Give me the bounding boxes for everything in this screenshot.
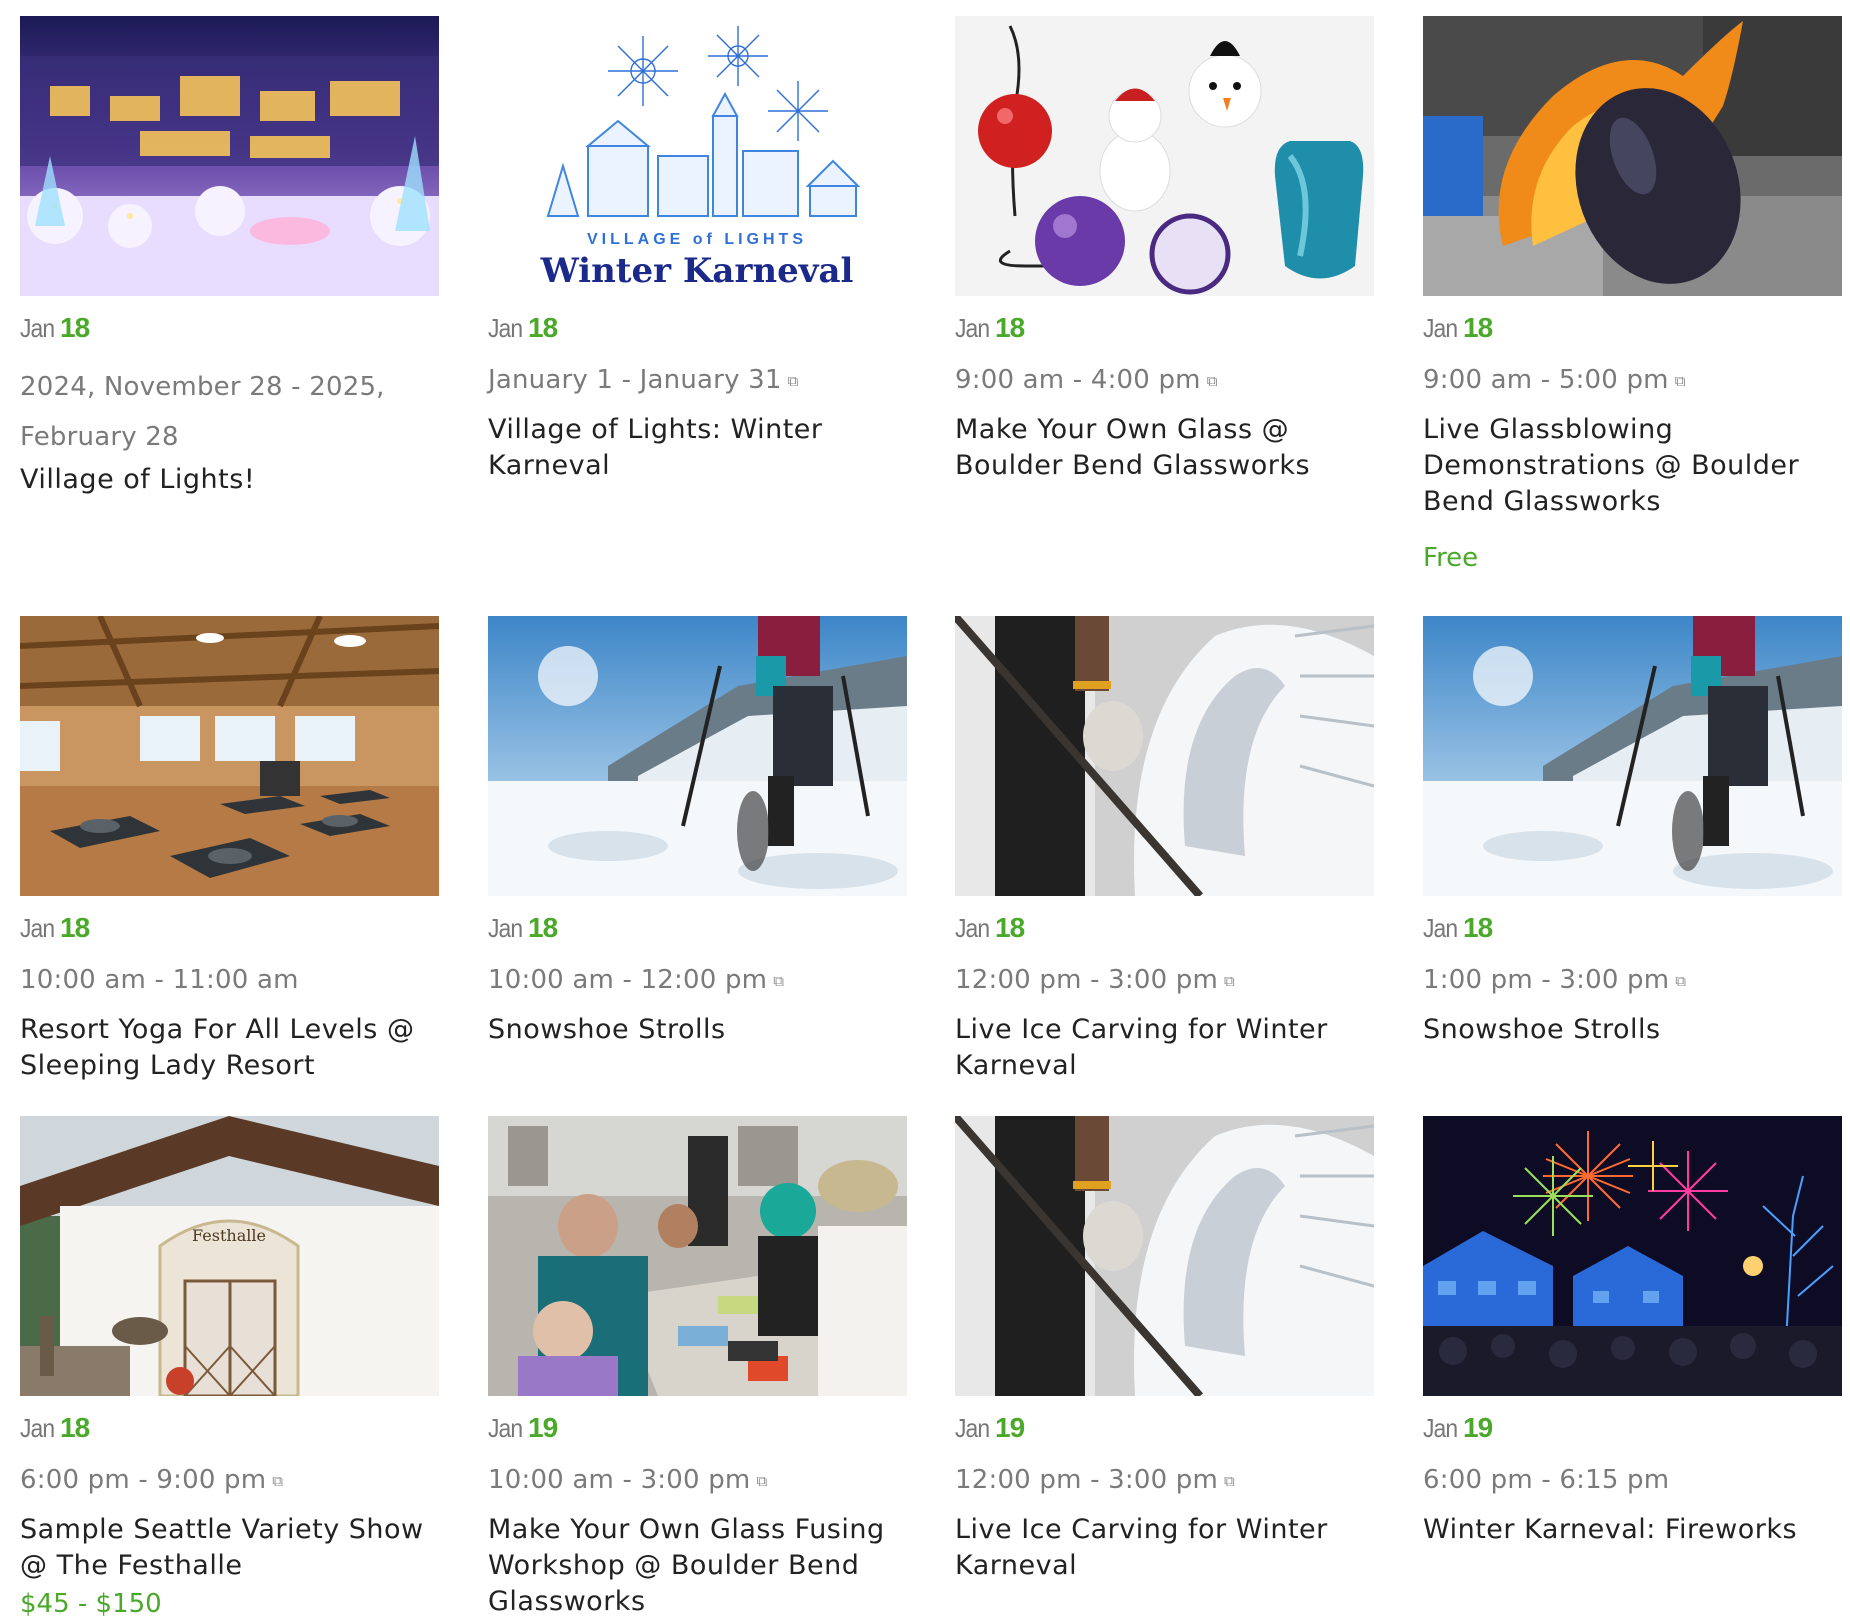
event-date: Jan 18 xyxy=(955,312,1025,344)
event-title[interactable]: Live Ice Carving for Winter Karneval xyxy=(955,1012,1374,1084)
event-day: 19 xyxy=(995,1412,1025,1443)
event-day: 19 xyxy=(528,1412,558,1443)
event-date: Jan 18 xyxy=(488,312,558,344)
event-time: 2024, November 28 - 2025, February 28 xyxy=(20,372,385,452)
event-date: Jan 18 xyxy=(20,912,90,944)
event-title[interactable]: Village of Lights: Winter Karneval xyxy=(488,412,907,484)
event-time: 9:00 am - 4:00 pm ⧉ xyxy=(955,365,1218,395)
event-title[interactable]: Snowshoe Strolls xyxy=(488,1012,907,1048)
event-image-snowshoe[interactable] xyxy=(488,616,907,896)
event-day: 18 xyxy=(528,312,558,343)
event-title[interactable]: Village of Lights! xyxy=(20,462,439,498)
event-time: 6:00 pm - 9:00 pm ⧉ xyxy=(20,1465,284,1495)
event-time: 10:00 am - 3:00 pm ⧉ xyxy=(488,1465,768,1495)
event-time: 10:00 am - 11:00 am xyxy=(20,965,299,995)
event-image-yoga-studio[interactable] xyxy=(20,616,439,896)
event-image-fireworks-village[interactable] xyxy=(1423,1116,1842,1396)
event-month: Jan xyxy=(20,313,55,343)
svg-text:Festhalle: Festhalle xyxy=(192,1226,266,1245)
recurring-icon: ⧉ xyxy=(756,1472,768,1490)
event-date: Jan 18 xyxy=(20,312,90,344)
event-date: Jan 18 xyxy=(1423,912,1493,944)
event-image-snowshoe[interactable] xyxy=(1423,616,1842,896)
event-date: Jan 18 xyxy=(20,1412,90,1444)
event-month: Jan xyxy=(488,1413,523,1443)
event-date: Jan 18 xyxy=(1423,312,1493,344)
event-time: 12:00 pm - 3:00 pm ⧉ xyxy=(955,965,1235,995)
recurring-icon: ⧉ xyxy=(1224,972,1235,990)
event-time: 12:00 pm - 3:00 pm ⧉ xyxy=(955,1465,1235,1495)
event-title[interactable]: Live Glassblowing Demonstrations @ Bould… xyxy=(1423,412,1842,520)
recurring-icon: ⧉ xyxy=(272,1472,284,1490)
event-time: 9:00 am - 5:00 pm ⧉ xyxy=(1423,365,1686,395)
event-month: Jan xyxy=(1423,913,1458,943)
event-title[interactable]: Snowshoe Strolls xyxy=(1423,1012,1842,1048)
event-image-glass-fusing-workshop[interactable] xyxy=(488,1116,907,1396)
event-time: 10:00 am - 12:00 pm ⧉ xyxy=(488,965,785,995)
recurring-icon: ⧉ xyxy=(1224,1472,1235,1490)
event-title[interactable]: Make Your Own Glass Fusing Workshop @ Bo… xyxy=(488,1512,907,1620)
event-date: Jan 19 xyxy=(488,1412,558,1444)
recurring-icon: ⧉ xyxy=(1674,372,1686,390)
event-day: 18 xyxy=(995,312,1025,343)
event-month: Jan xyxy=(955,313,990,343)
event-date: Jan 18 xyxy=(488,912,558,944)
logo-text-line2: Winter Karneval xyxy=(540,251,854,291)
event-image-winter-karneval-logo[interactable]: VILLAGE of LIGHTS Winter Karneval xyxy=(488,16,907,296)
event-title[interactable]: Make Your Own Glass @ Boulder Bend Glass… xyxy=(955,412,1374,484)
event-price: $45 - $150 xyxy=(20,1589,162,1619)
event-image-glassblowing-fire[interactable] xyxy=(1423,16,1842,296)
event-price: Free xyxy=(1423,543,1479,573)
event-title[interactable]: Live Ice Carving for Winter Karneval xyxy=(955,1512,1374,1584)
event-image-festhalle-building[interactable]: Festhalle xyxy=(20,1116,439,1396)
event-day: 18 xyxy=(1463,912,1493,943)
event-image-ice-carving[interactable] xyxy=(955,616,1374,896)
event-title[interactable]: Resort Yoga For All Levels @ Sleeping La… xyxy=(20,1012,439,1084)
recurring-icon: ⧉ xyxy=(1206,372,1218,390)
event-title[interactable]: Winter Karneval: Fireworks xyxy=(1423,1512,1842,1548)
event-title[interactable]: Sample Seattle Variety Show @ The Festha… xyxy=(20,1512,439,1584)
events-grid: Jan 18 2024, November 28 - 2025, Februar… xyxy=(0,0,1850,1619)
event-time: 6:00 pm - 6:15 pm xyxy=(1423,1465,1670,1495)
event-day: 18 xyxy=(60,1412,90,1443)
event-month: Jan xyxy=(955,1413,990,1443)
event-month: Jan xyxy=(20,1413,55,1443)
event-day: 18 xyxy=(60,912,90,943)
event-month: Jan xyxy=(1423,1413,1458,1443)
event-date: Jan 19 xyxy=(955,1412,1025,1444)
event-month: Jan xyxy=(1423,313,1458,343)
event-day: 18 xyxy=(1463,312,1493,343)
event-day: 19 xyxy=(1463,1412,1493,1443)
event-day: 18 xyxy=(995,912,1025,943)
logo-text-line1: VILLAGE of LIGHTS xyxy=(587,231,807,248)
recurring-icon: ⧉ xyxy=(787,372,799,390)
event-time: 1:00 pm - 3:00 pm ⧉ xyxy=(1423,965,1687,995)
event-day: 18 xyxy=(60,312,90,343)
event-day: 18 xyxy=(528,912,558,943)
event-time: January 1 - January 31 ⧉ xyxy=(488,365,799,395)
event-date: Jan 18 xyxy=(955,912,1025,944)
event-month: Jan xyxy=(488,313,523,343)
event-month: Jan xyxy=(20,913,55,943)
recurring-icon: ⧉ xyxy=(773,972,785,990)
recurring-icon: ⧉ xyxy=(1675,972,1687,990)
event-image-ice-carving[interactable] xyxy=(955,1116,1374,1396)
event-date: Jan 19 xyxy=(1423,1412,1493,1444)
event-image-glass-ornaments[interactable] xyxy=(955,16,1374,296)
event-month: Jan xyxy=(488,913,523,943)
event-month: Jan xyxy=(955,913,990,943)
event-image-village-night-lights[interactable] xyxy=(20,16,439,296)
